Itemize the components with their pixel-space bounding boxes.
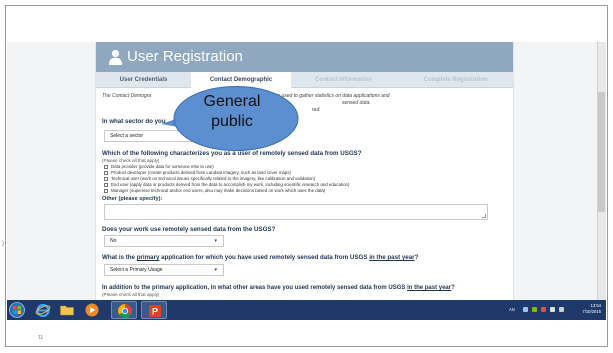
checkbox-manager[interactable]: Manager (supervise technical and/or end … <box>104 188 325 193</box>
primary-usage-select-value: Select a Primary Usage <box>110 267 163 273</box>
user-icon <box>109 49 122 65</box>
checkbox-label: Product developer (create products deriv… <box>111 170 292 175</box>
page-header: User Registration <box>96 42 513 72</box>
tray-network-icon[interactable] <box>532 307 537 312</box>
slide-number: 11 <box>38 335 44 341</box>
tray-volume-icon[interactable] <box>550 307 555 312</box>
chrome-icon <box>118 304 132 318</box>
primary-usage-q-emphasis: primary <box>136 254 160 261</box>
additional-usage-q-pre: In addition to the primary application, … <box>102 285 408 291</box>
additional-usage-question: In addition to the primary application, … <box>102 285 455 291</box>
primary-usage-q-post: ? <box>414 254 419 261</box>
intro-line3-right: red. <box>312 107 321 113</box>
intro-line2-right: sensed data. <box>342 100 371 106</box>
primary-usage-select[interactable]: Select a Primary Usage ▾ <box>104 264 224 276</box>
clock-date: 7/10/2015 <box>582 309 601 314</box>
clock[interactable]: 13:54 7/10/2015 <box>573 303 601 315</box>
sector-select-value: Select a sector <box>110 133 144 139</box>
checkbox-label: Technical user (work on technical issues… <box>111 176 316 181</box>
powerpoint-icon: P <box>149 305 161 317</box>
checkbox-icon[interactable] <box>104 182 108 187</box>
scrollbar-thumb[interactable] <box>598 92 605 212</box>
primary-usage-q-period: in the past year <box>369 254 415 261</box>
additional-usage-q-post: ? <box>451 285 455 291</box>
remote-data-select-value: No <box>110 238 117 244</box>
registration-page: User Registration User Credentials Conta… <box>95 42 514 300</box>
checkbox-icon[interactable] <box>104 176 108 181</box>
windows-taskbar: P AN 13:54 7/10/2015 <box>7 300 606 320</box>
chrome-task-button[interactable] <box>111 301 137 319</box>
callout-text: General public <box>203 93 261 130</box>
left-mark: ) <box>2 241 4 247</box>
chevron-down-icon: ▾ <box>214 267 217 273</box>
checkbox-technical-user[interactable]: Technical user (work on technical issues… <box>104 176 315 181</box>
primary-usage-q-mid: application for which you have used remo… <box>159 254 370 261</box>
other-label: Other (please specify): <box>102 196 163 202</box>
chevron-down-icon: ▾ <box>214 238 217 244</box>
sector-question: In what sector do you <box>102 118 166 125</box>
other-textarea[interactable] <box>104 204 488 220</box>
internet-explorer-icon[interactable] <box>35 302 51 318</box>
checkbox-label: End user (apply data or products derived… <box>111 182 350 187</box>
remote-data-select[interactable]: No ▾ <box>104 235 224 247</box>
checkbox-label: Data provider (provide data for someone … <box>111 164 214 169</box>
tab-bar: User Credentials Contact Demographic Con… <box>96 72 513 88</box>
media-player-icon[interactable] <box>84 302 100 318</box>
user-type-hint: (Please check all that apply) <box>102 158 160 163</box>
additional-usage-q-period: in the past year <box>407 285 452 291</box>
tray-flag-icon[interactable] <box>541 307 546 312</box>
checkbox-end-user[interactable]: End user (apply data or products derived… <box>104 182 349 187</box>
tab-contact-information[interactable]: Contact Information <box>291 72 396 88</box>
start-button-icon[interactable] <box>9 302 25 318</box>
svg-text:P: P <box>152 307 158 317</box>
page-margin-left <box>7 42 95 300</box>
primary-usage-question: What is the primary application for whic… <box>102 254 418 261</box>
tray-arrow-icon[interactable] <box>523 307 528 312</box>
tray-power-icon[interactable] <box>559 307 564 312</box>
screenshot-area: User Registration User Credentials Conta… <box>7 42 606 320</box>
powerpoint-task-button[interactable]: P <box>141 301 167 319</box>
checkbox-data-provider[interactable]: Data provider (provide data for someone … <box>104 164 214 169</box>
checkbox-icon[interactable] <box>104 188 108 193</box>
intro-line1-left: The Contact Demogra <box>102 93 152 99</box>
checkbox-icon[interactable] <box>104 170 108 175</box>
folder-icon[interactable] <box>59 302 75 318</box>
checkbox-label: Manager (supervise technical and/or end … <box>111 188 326 193</box>
additional-usage-hint: (Please check all that apply) <box>102 292 160 297</box>
scrollbar[interactable] <box>597 42 606 300</box>
slide: ) User Registration User Credentials Con… <box>0 0 613 353</box>
resize-grip-icon[interactable] <box>482 214 486 218</box>
page-margin-right <box>514 42 606 300</box>
checkbox-icon[interactable] <box>104 164 108 169</box>
tray-language[interactable]: AN <box>509 307 515 313</box>
tab-complete-registration[interactable]: Complete Registration <box>396 72 515 88</box>
primary-usage-q-pre: What is the <box>102 254 137 261</box>
remote-data-question: Does your work use remotely sensed data … <box>102 226 276 233</box>
page-title: User Registration <box>127 48 243 65</box>
checkbox-product-developer[interactable]: Product developer (create products deriv… <box>104 170 291 175</box>
